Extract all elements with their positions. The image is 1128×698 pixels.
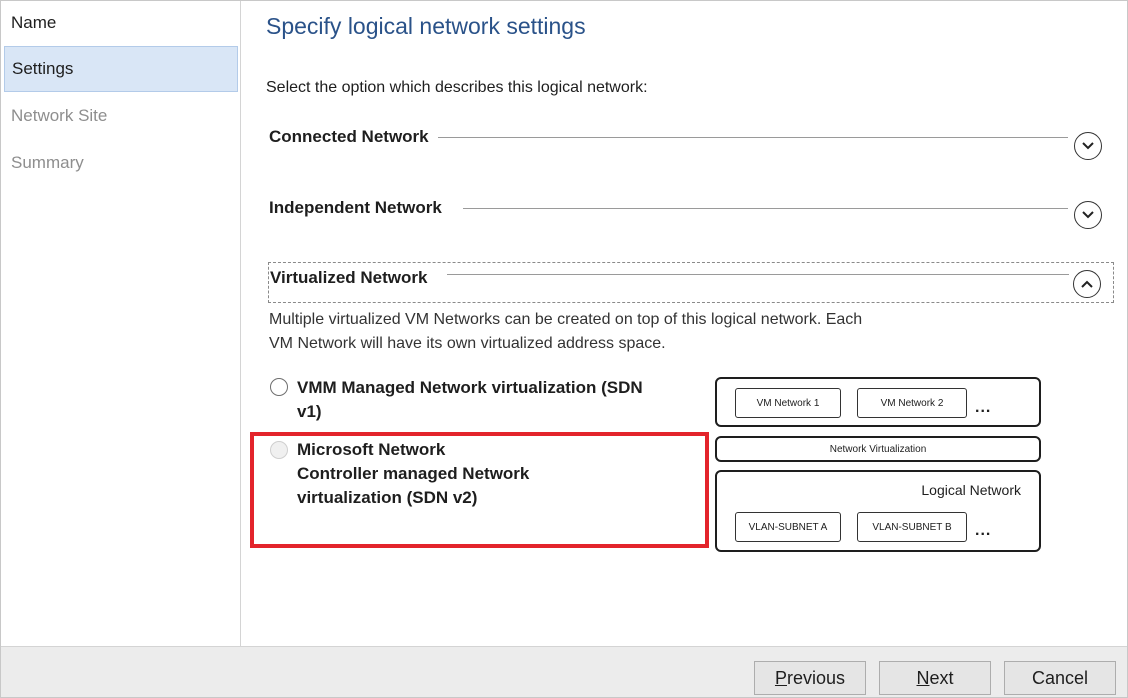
sidebar-item-settings[interactable]: Settings <box>4 46 238 92</box>
sdn-v1-label[interactable]: VMM Managed Network virtualization (SDN … <box>297 376 643 424</box>
chevron-down-icon[interactable] <box>1074 132 1102 160</box>
section-virtualized-network[interactable]: Virtualized Network <box>268 262 1114 303</box>
option-label-line: v1) <box>297 402 322 421</box>
description-line: VM Network will have its own virtualized… <box>269 335 666 352</box>
section-independent-network[interactable]: Independent Network <box>268 197 1114 237</box>
ellipsis: ... <box>975 399 992 416</box>
sidebar-item-network-site[interactable]: Network Site <box>4 94 238 140</box>
sidebar-item-label: Settings <box>12 59 74 78</box>
next-button[interactable]: Next <box>879 661 991 695</box>
vlan-subnet-b-box: VLAN-SUBNET B <box>857 512 967 542</box>
button-label: Cancel <box>1031 667 1089 688</box>
chevron-up-icon[interactable] <box>1073 270 1101 298</box>
divider <box>447 274 1069 275</box>
page-title: Specify logical network settings <box>266 13 586 39</box>
section-title: Connected Network <box>269 126 435 148</box>
divider <box>463 208 1068 209</box>
button-label: revious <box>786 667 846 688</box>
option-label-line: VMM Managed Network virtualization (SDN <box>297 378 643 397</box>
access-key: P <box>774 667 787 688</box>
sidebar-item-label: Network Site <box>11 106 108 125</box>
section-title: Virtualized Network <box>270 267 434 289</box>
vm-network-1-box: VM Network 1 <box>735 388 841 418</box>
sidebar-item-label: Name <box>11 13 57 32</box>
section-title: Independent Network <box>269 197 448 219</box>
wizard-steps-sidebar: Name Settings Network Site Summary <box>1 1 241 646</box>
logical-network-box: Logical Network VLAN-SUBNET A VLAN-SUBNE… <box>715 470 1041 552</box>
prompt-text: Select the option which describes this l… <box>266 79 648 96</box>
virtualized-description: Multiple virtualized VM Networks can be … <box>269 308 969 356</box>
cancel-button[interactable]: Cancel <box>1004 661 1116 695</box>
access-key: N <box>916 667 930 688</box>
sdn-v1-radio[interactable] <box>270 378 288 396</box>
previous-button[interactable]: Previous <box>754 661 866 695</box>
button-label: ext <box>929 667 954 688</box>
section-connected-network[interactable]: Connected Network <box>268 126 1114 166</box>
sidebar-item-label: Summary <box>11 153 84 172</box>
network-virtualization-box: Network Virtualization <box>715 436 1041 462</box>
network-virtualization-label: Network Virtualization <box>829 443 927 455</box>
vlan-subnet-a-box: VLAN-SUBNET A <box>735 512 841 542</box>
vm-networks-diagram-box: VM Network 1 VM Network 2 ... <box>715 377 1041 427</box>
sidebar-item-summary[interactable]: Summary <box>4 141 238 187</box>
chevron-down-icon[interactable] <box>1074 201 1102 229</box>
ellipsis: ... <box>975 522 992 539</box>
description-line: Multiple virtualized VM Networks can be … <box>269 311 863 328</box>
sidebar-item-name[interactable]: Name <box>4 1 238 47</box>
highlight-box <box>250 432 709 548</box>
vm-network-2-box: VM Network 2 <box>857 388 967 418</box>
divider <box>438 137 1068 138</box>
logical-network-label: Logical Network <box>921 482 1021 498</box>
wizard-footer: Previous Next Cancel <box>1 646 1127 697</box>
main-panel: Specify logical network settings Select … <box>242 1 1126 646</box>
